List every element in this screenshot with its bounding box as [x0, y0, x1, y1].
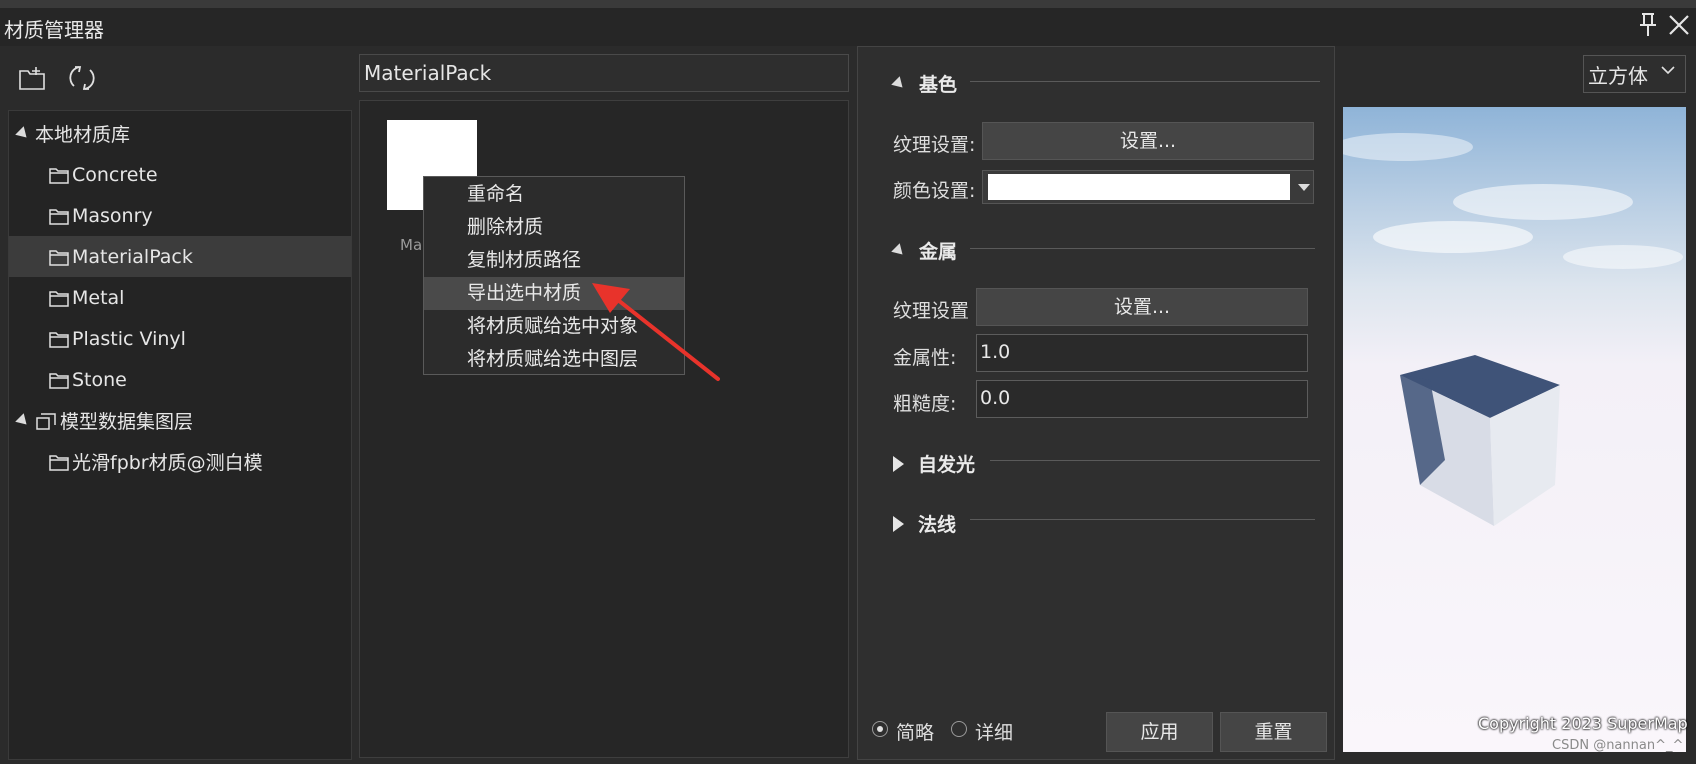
- cube-preview: [1400, 355, 1560, 526]
- dropdown-arrow-icon[interactable]: [1298, 184, 1310, 191]
- metal-texture-label: 纹理设置: [893, 300, 970, 322]
- new-folder-icon[interactable]: [18, 66, 46, 92]
- folder-icon: [49, 208, 69, 225]
- menu-item-assign-to-selected-layer[interactable]: 将材质赋给选中图层: [424, 343, 684, 376]
- collapse-triangle-icon[interactable]: [891, 242, 907, 259]
- tree-item-masonry[interactable]: Masonry: [9, 195, 351, 236]
- close-icon[interactable]: [1666, 12, 1692, 38]
- section-title: 金属: [919, 241, 958, 263]
- menu-item-export-selected-material[interactable]: 导出选中材质: [424, 277, 684, 310]
- tree-item-metal[interactable]: Metal: [9, 277, 351, 318]
- roughness-label: 粗糙度:: [893, 393, 957, 415]
- tree-node-label: 本地材质库: [35, 124, 131, 146]
- reset-button[interactable]: 重置: [1220, 712, 1327, 752]
- window-title: 材质管理器: [4, 18, 104, 42]
- apply-button[interactable]: 应用: [1106, 712, 1213, 752]
- roughness-input[interactable]: 0.0: [976, 380, 1308, 418]
- expand-triangle-icon[interactable]: [15, 125, 31, 142]
- title-bar: [0, 8, 1696, 46]
- tree-item-plastic-vinyl[interactable]: Plastic Vinyl: [9, 318, 351, 359]
- collapse-triangle-icon[interactable]: [891, 75, 907, 92]
- folder-icon: [49, 372, 69, 389]
- menu-item-rename[interactable]: 重命名: [424, 178, 684, 211]
- mode-detail-radio[interactable]: [951, 721, 967, 737]
- tree-item-smooth-fpbr-material[interactable]: 光滑fpbr材质@测白模: [9, 441, 351, 482]
- metal-texture-settings-button[interactable]: 设置...: [976, 288, 1308, 326]
- tree-item-concrete[interactable]: Concrete: [9, 154, 351, 195]
- tree-item-materialpack[interactable]: MaterialPack: [9, 236, 351, 277]
- preview-copyright: Copyright 2023 SuperMap: [1478, 714, 1688, 733]
- tree-item-label: Stone: [72, 368, 127, 391]
- sky-clouds: [1343, 133, 1683, 269]
- context-menu: 重命名 删除材质 复制材质路径 导出选中材质 将材质赋给选中对象 将材质赋给选中…: [423, 176, 685, 375]
- section-divider: [970, 519, 1315, 520]
- section-normal[interactable]: 法线: [893, 510, 956, 537]
- metallic-input[interactable]: 1.0: [976, 334, 1308, 372]
- tree-item-stone[interactable]: Stone: [9, 359, 351, 400]
- section-emissive[interactable]: 自发光: [893, 450, 975, 477]
- material-thumbnail-label: Ma: [400, 236, 423, 254]
- mode-simple-radio[interactable]: [872, 721, 888, 737]
- layers-icon: [36, 412, 56, 430]
- window-top-strip: [0, 0, 1696, 8]
- base-texture-label: 纹理设置:: [893, 134, 976, 156]
- folder-icon: [49, 249, 69, 266]
- section-divider: [970, 81, 1320, 82]
- tree-item-label: 光滑fpbr材质@测白模: [72, 452, 263, 474]
- section-title: 自发光: [918, 454, 976, 476]
- tree-item-label: Concrete: [72, 163, 158, 186]
- section-title: 基色: [919, 74, 958, 96]
- current-path-field[interactable]: MaterialPack: [359, 54, 849, 92]
- pin-icon[interactable]: [1637, 12, 1659, 38]
- metallic-label: 金属性:: [893, 347, 957, 369]
- menu-item-assign-to-selected-object[interactable]: 将材质赋给选中对象: [424, 310, 684, 343]
- tree-node-label: 模型数据集图层: [60, 411, 194, 433]
- section-base-color[interactable]: 基色: [891, 70, 958, 97]
- mode-detail-label: 详细: [975, 722, 1014, 744]
- expand-triangle-icon[interactable]: [893, 455, 904, 472]
- folder-icon: [49, 167, 69, 184]
- tree-node-local-library[interactable]: 本地材质库: [9, 113, 351, 154]
- tree-item-label: MaterialPack: [72, 245, 193, 268]
- base-color-label: 颜色设置:: [893, 180, 976, 202]
- section-divider: [970, 248, 1315, 249]
- folder-icon: [49, 331, 69, 348]
- folder-icon: [49, 454, 69, 471]
- section-title: 法线: [918, 514, 957, 536]
- menu-item-copy-material-path[interactable]: 复制材质路径: [424, 244, 684, 277]
- tree-item-label: Masonry: [72, 204, 153, 227]
- base-texture-settings-button[interactable]: 设置...: [982, 122, 1314, 160]
- section-divider: [990, 460, 1320, 461]
- refresh-icon[interactable]: [66, 62, 98, 94]
- tree-item-label: Plastic Vinyl: [72, 327, 186, 350]
- material-library-tree: 本地材质库 Concrete Masonry MaterialPack Meta…: [8, 110, 352, 760]
- watermark-text: CSDN @nannan^_^: [1552, 738, 1684, 753]
- mode-simple-label: 简略: [896, 722, 935, 744]
- chevron-down-icon[interactable]: [1660, 62, 1676, 78]
- color-swatch[interactable]: [988, 174, 1290, 200]
- expand-triangle-icon[interactable]: [893, 515, 904, 532]
- folder-icon: [49, 290, 69, 307]
- tree-node-model-dataset-layer[interactable]: 模型数据集图层: [9, 400, 351, 441]
- tree-item-label: Metal: [72, 286, 125, 309]
- menu-item-delete-material[interactable]: 删除材质: [424, 211, 684, 244]
- expand-triangle-icon[interactable]: [15, 412, 31, 429]
- section-metal[interactable]: 金属: [891, 237, 958, 264]
